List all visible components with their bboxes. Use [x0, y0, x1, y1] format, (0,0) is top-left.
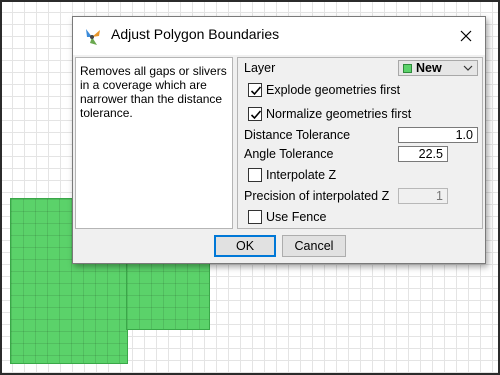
normalize-label[interactable]: Normalize geometries first [266, 107, 411, 121]
angle-tolerance-label: Angle Tolerance [244, 147, 334, 161]
chevron-down-icon [463, 65, 473, 71]
explode-label[interactable]: Explode geometries first [266, 83, 400, 97]
cancel-button[interactable]: Cancel [282, 235, 346, 257]
dialog-titlebar: Adjust Polygon Boundaries [73, 17, 485, 55]
layer-label: Layer [244, 61, 276, 75]
layer-color-swatch [403, 64, 412, 73]
close-icon [460, 30, 472, 42]
precision-z-input: 1 [398, 188, 448, 204]
checkmark-icon [250, 110, 262, 120]
use-fence-checkbox[interactable] [248, 210, 262, 224]
interpolate-z-label[interactable]: Interpolate Z [266, 168, 336, 182]
jump-plugin-icon [86, 29, 100, 45]
checkmark-icon [250, 86, 262, 96]
adjust-polygon-boundaries-dialog: Adjust Polygon Boundaries Removes all ga… [72, 16, 486, 264]
interpolate-z-checkbox[interactable] [248, 168, 262, 182]
description-panel: Removes all gaps or slivers in a coverag… [75, 57, 233, 229]
description-text: Removes all gaps or slivers in a coverag… [80, 64, 227, 120]
distance-tolerance-input[interactable]: 1.0 [398, 127, 478, 143]
precision-z-label: Precision of interpolated Z [244, 189, 390, 203]
ok-button[interactable]: OK [214, 235, 276, 257]
dialog-title: Adjust Polygon Boundaries [111, 26, 280, 42]
layer-select-value: New [416, 61, 442, 75]
normalize-checkbox[interactable] [248, 107, 262, 121]
layer-select[interactable]: New [398, 60, 478, 76]
use-fence-label[interactable]: Use Fence [266, 210, 326, 224]
distance-tolerance-label: Distance Tolerance [244, 128, 351, 142]
close-button[interactable] [447, 17, 485, 55]
options-panel: Layer New Explode geometries first Norma… [237, 57, 483, 229]
angle-tolerance-input[interactable]: 22.5 [398, 146, 448, 162]
explode-checkbox[interactable] [248, 83, 262, 97]
